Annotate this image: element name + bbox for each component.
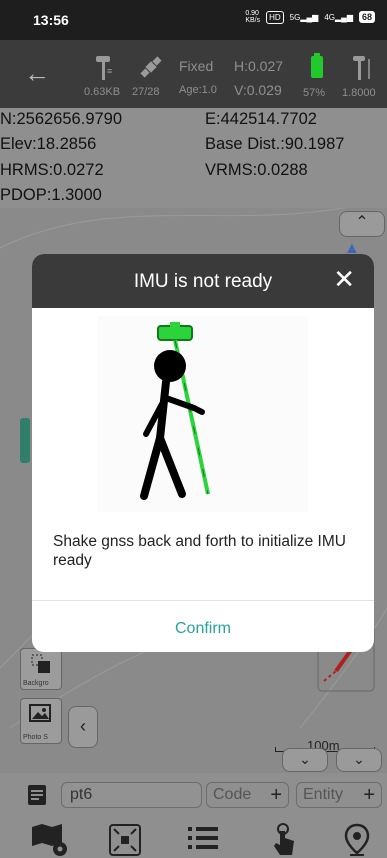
bottom-nav: [0, 817, 387, 858]
list-icon[interactable]: [186, 823, 220, 853]
pole-height-icon[interactable]: [349, 54, 375, 82]
net-type2-label: 4G: [324, 12, 335, 22]
layer-strip[interactable]: [20, 418, 30, 463]
point-name-field[interactable]: pt6: [61, 782, 202, 808]
dialog-message: Shake gnss back and forth to initialize …: [53, 533, 346, 569]
photo-button[interactable]: Photo S: [20, 698, 62, 744]
expand-left-button[interactable]: ‹: [68, 706, 98, 748]
receiver-battery-icon: [311, 53, 323, 78]
status-bar: 13:56 0.90 KB/s HD 5G▂▄▆ 4G▂▄▆ 68: [0, 0, 387, 40]
gnss-receiver-icon[interactable]: ≡: [92, 54, 116, 80]
base-distance: Base Dist.:90.1987: [205, 135, 345, 153]
dialog-header: IMU is not ready ✕: [32, 254, 374, 308]
north-coord: N:2562656.9790: [0, 110, 123, 128]
list-doc-icon[interactable]: [26, 784, 48, 806]
location-pin-icon[interactable]: [344, 823, 370, 857]
hrms: HRMS:0.0272: [0, 161, 104, 179]
correction-age: Age:1.0: [179, 84, 217, 96]
dialog-divider: [32, 600, 374, 601]
point-input-bar: pt6 Code + Entity +: [0, 773, 387, 817]
net-type-label: 5G: [289, 12, 301, 22]
zoom-extent-icon[interactable]: [108, 823, 142, 857]
confirm-button[interactable]: Confirm: [32, 620, 374, 638]
pdop: PDOP:1.3000: [0, 186, 102, 204]
background-layer-label: Backgro: [23, 680, 49, 687]
code-field[interactable]: Code +: [206, 782, 289, 808]
survey-toolbar: ← ≡ 0.63KB 27/28 Fixed Age:1.0 H:0.027 V…: [0, 40, 387, 108]
receiver-battery: 57%: [303, 87, 326, 99]
status-icons: 0.90 KB/s HD 5G▂▄▆ 4G▂▄▆ 68: [245, 10, 375, 24]
imu-illustration: [98, 316, 308, 512]
v-precision: V:0.029: [234, 82, 282, 98]
pole-height: 1.8000: [342, 87, 376, 99]
photo-icon: [29, 704, 51, 722]
entity-field[interactable]: Entity +: [296, 782, 382, 808]
tap-measure-icon[interactable]: [268, 823, 298, 857]
close-icon[interactable]: ✕: [333, 266, 355, 292]
satellite-icon[interactable]: [138, 54, 164, 80]
map-settings-icon[interactable]: [30, 823, 70, 857]
add-entity-icon[interactable]: +: [363, 784, 375, 807]
add-code-icon[interactable]: +: [270, 784, 282, 807]
photo-label: Photo S: [23, 734, 48, 741]
back-arrow-icon[interactable]: ←: [24, 58, 50, 89]
h-precision: H:0.027: [234, 58, 284, 74]
status-time: 13:56: [33, 12, 69, 28]
signal-5g-icon: 5G▂▄▆: [289, 12, 319, 22]
code-label: Code: [213, 786, 252, 803]
east-coord: E:442514.7702: [205, 110, 317, 128]
satellite-count: 27/28: [132, 86, 160, 98]
background-layer-icon: [31, 654, 50, 673]
data-rate: 0.63KB: [84, 86, 121, 98]
svg-text:≡: ≡: [107, 66, 112, 76]
collapse-panel-button[interactable]: ⌃: [339, 211, 385, 237]
vrms: VRMS:0.0288: [205, 161, 308, 179]
battery-icon: 68: [358, 11, 375, 23]
scroll-down-button[interactable]: ⌄: [336, 748, 382, 772]
coordinate-panel: N:2562656.9790 E:442514.7702 Elev:18.285…: [0, 108, 387, 208]
net-speed: 0.90 KB/s: [245, 10, 261, 24]
zoom-down-button[interactable]: ⌄: [282, 748, 328, 772]
elevation: Elev:18.2856: [0, 135, 97, 153]
signal-4g-icon: 4G▂▄▆: [324, 12, 353, 22]
background-layer-button[interactable]: Backgro: [20, 648, 62, 690]
solution-status[interactable]: Fixed: [179, 58, 213, 74]
imu-dialog: IMU is not ready ✕ Shake gnss back and f…: [32, 254, 374, 652]
entity-label: Entity: [303, 786, 344, 803]
hd-badge: HD: [266, 10, 284, 24]
dialog-title: IMU is not ready: [133, 271, 273, 292]
person-shaking-pole-icon: [140, 322, 210, 500]
